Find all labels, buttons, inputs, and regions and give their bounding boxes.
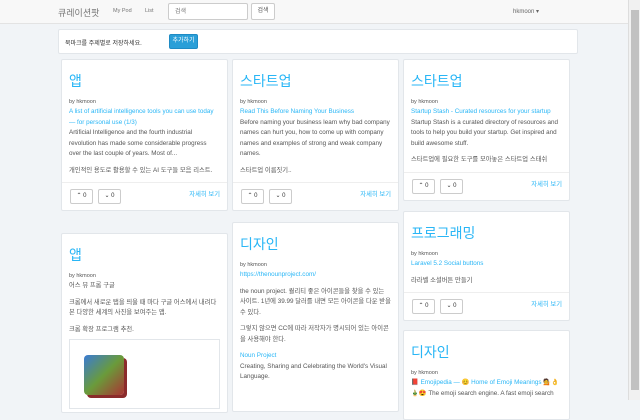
bookmark-card: 앱 by hkmoon 어스 뷰 프롬 구글 크롬에서 새로운 탭을 띄울 때 … — [61, 233, 228, 413]
card-author: by hkmoon — [411, 251, 438, 257]
card-description: Startup Stash is a curated directory of … — [411, 118, 559, 147]
link-preview[interactable] — [69, 339, 220, 409]
nav-my-pod[interactable]: My Pod — [113, 8, 132, 14]
search-button[interactable]: 검색 — [251, 3, 275, 20]
card-topic[interactable]: 프로그래밍 — [411, 224, 562, 242]
downvote-button[interactable]: ⌄ 0 — [440, 178, 463, 194]
scrollbar[interactable] — [628, 0, 640, 400]
card-link[interactable]: Startup Stash - Curated resources for yo… — [411, 107, 562, 118]
navbar: 큐레이션팟 My Pod List 검색 hkmoon ▾ — [0, 0, 628, 24]
card-description: Artificial Intelligence and the fourth i… — [69, 129, 207, 157]
card-subtitle: 어스 뷰 프롬 구글 — [69, 282, 115, 289]
bookmark-card: 디자인 by hkmoon https://thenounproject.com… — [232, 222, 399, 412]
card-topic[interactable]: 스타트업 — [240, 72, 391, 90]
card-note: 라라벨 소셜버튼 만들기 — [411, 276, 473, 284]
preview-description: Creating, Sharing and Celebrating the Wo… — [240, 362, 387, 381]
upvote-button[interactable]: ⌃ 0 — [70, 189, 93, 204]
upvote-button[interactable]: ⌃ 0 — [412, 178, 435, 194]
bookmark-card: 스타트업 by hkmoon Read This Before Naming Y… — [232, 59, 399, 211]
card-topic[interactable]: 스타트업 — [411, 72, 562, 90]
card-author: by hkmoon — [69, 99, 96, 105]
card-description: 크롬에서 새로운 탭을 띄울 때 마다 구글 어스에서 내려다 본 다양한 세계… — [69, 298, 217, 317]
downvote-button[interactable]: ⌄ 0 — [98, 189, 121, 204]
upvote-button[interactable]: ⌃ 0 — [412, 299, 435, 314]
more-link[interactable]: 자세히 보기 — [360, 190, 391, 201]
card-note: 스타트업 이름짓기.. — [240, 166, 292, 174]
brand-logo[interactable]: 큐레이션팟 — [58, 6, 99, 19]
card-link[interactable]: Read This Before Naming Your Business — [240, 107, 391, 118]
bookmark-card: 스타트업 by hkmoon Startup Stash - Curated r… — [403, 59, 570, 201]
earth-view-app-icon — [84, 355, 124, 395]
scrollbar-thumb[interactable] — [631, 10, 639, 390]
add-banner: 북마크를 주제별로 저장하세요. 추가하기 — [58, 29, 578, 54]
more-link[interactable]: 자세히 보기 — [531, 180, 562, 191]
upvote-button[interactable]: ⌃ 0 — [241, 189, 264, 204]
bookmark-card: 디자인 by hkmoon 📕 Emojipedia — 😊 Home of E… — [403, 330, 570, 420]
banner-text: 북마크를 주제별로 저장하세요. — [65, 41, 142, 47]
search-input[interactable] — [168, 3, 248, 20]
card-author: by hkmoon — [240, 99, 267, 105]
bookmark-card: 프로그래밍 by hkmoon Laravel 5.2 Social butto… — [403, 211, 570, 321]
bookmark-card: 앱 by hkmoon A list of artificial intelli… — [61, 59, 228, 211]
nav-list[interactable]: List — [145, 8, 154, 14]
card-topic[interactable]: 디자인 — [411, 343, 562, 361]
card-author: by hkmoon — [411, 370, 438, 376]
card-link[interactable]: A list of artificial intelligence tools … — [69, 107, 220, 128]
card-topic[interactable]: 앱 — [69, 72, 220, 90]
card-description: the noun project. 퀄리티 좋은 아이콘들을 찾을 수 있는 사… — [240, 287, 391, 316]
card-description: Before naming your business learn why ba… — [240, 118, 390, 158]
card-note: 그렇지 않으면 CC에 따라 저작자가 명시되어 있는 아이콘을 사용해야 한다… — [240, 325, 389, 343]
downvote-button[interactable]: ⌄ 0 — [440, 299, 463, 314]
card-link[interactable]: Laravel 5.2 Social buttons — [411, 259, 562, 270]
card-link[interactable]: 📕 Emojipedia — 😊 Home of Emoji Meanings … — [411, 378, 562, 389]
add-button[interactable]: 추가하기 — [169, 34, 198, 49]
downvote-button[interactable]: ⌄ 0 — [269, 189, 292, 204]
card-topic[interactable]: 앱 — [69, 246, 220, 264]
card-author: by hkmoon — [411, 99, 438, 105]
card-description: 🎍😍 The emoji search engine. A fast emoji… — [411, 389, 554, 397]
card-author: by hkmoon — [69, 273, 96, 279]
card-link[interactable]: https://thenounproject.com/ — [240, 270, 391, 281]
preview-title[interactable]: Noun Project — [240, 351, 391, 362]
card-topic[interactable]: 디자인 — [240, 235, 391, 253]
user-menu[interactable]: hkmoon ▾ — [513, 8, 539, 15]
card-note: 개인적인 용도로 활용할 수 있는 AI 도구들 모음 리스트. — [69, 166, 213, 174]
more-link[interactable]: 자세히 보기 — [531, 300, 562, 311]
card-note: 크롬 확장 프로그램 추천. — [69, 325, 134, 333]
more-link[interactable]: 자세히 보기 — [189, 190, 220, 201]
card-note: 스타트업에 필요한 도구를 모아놓은 스타트업 스태쉬 — [411, 156, 548, 163]
card-author: by hkmoon — [240, 262, 267, 268]
